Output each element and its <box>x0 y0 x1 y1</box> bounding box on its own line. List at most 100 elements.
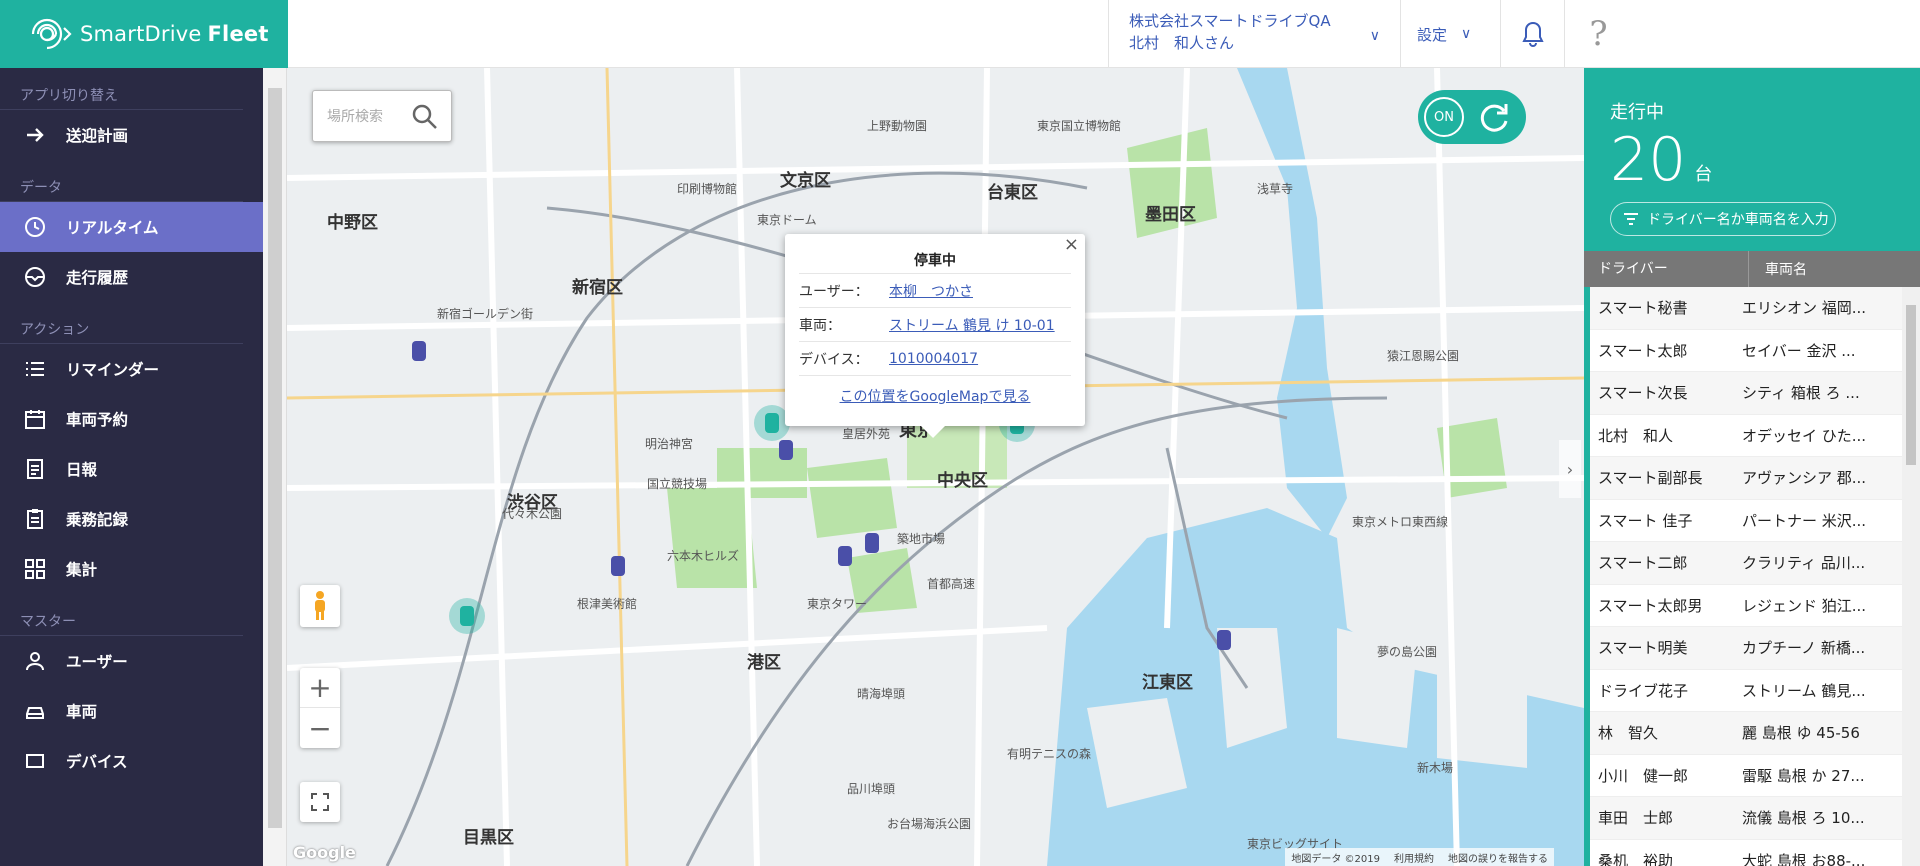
place-label: 晴海埠頭 <box>857 686 905 701</box>
sidebar-item-label: 送迎計画 <box>66 127 129 145</box>
sidebar-item-vehicles[interactable]: 車両 <box>0 686 263 736</box>
table-row[interactable]: スマート副部長 アヴァンシア 郡... <box>1590 457 1920 500</box>
map-canvas[interactable]: 中野区 文京区 台東区 墨田区 新宿区 渋谷区 中央区 港区 江東区 目黒区 東… <box>287 68 1584 866</box>
driver-cell: スマート秘書 <box>1598 299 1688 318</box>
user-link[interactable]: 本柳 つかさ <box>889 281 973 301</box>
device-link[interactable]: 1010004017 <box>889 351 978 367</box>
district-label: 台東区 <box>987 182 1038 203</box>
sidebar-item-history[interactable]: 走行履歴 <box>0 252 263 302</box>
place-label: 国立競技場 <box>647 476 707 491</box>
brand-logo[interactable]: SmartDrive Fleet <box>0 0 288 68</box>
place-label: 東京タワー <box>807 597 867 611</box>
table-row[interactable]: スマート太郎 セイバー 金沢 ... <box>1590 330 1920 372</box>
district-label: 中央区 <box>937 470 988 491</box>
fullscreen-button[interactable] <box>300 782 340 822</box>
account-menu[interactable]: 株式会社スマートドライブQA 北村 和人さん ∨ <box>1108 0 1400 68</box>
user-icon <box>22 648 48 674</box>
vehicle-cell: 大蛇 島根 お88-... <box>1742 851 1866 866</box>
list-icon <box>22 356 48 382</box>
running-status: 走行中 20 台 ドライバー名か車両名を入力 <box>1584 68 1920 251</box>
section-app-switch: アプリ切り替え <box>0 82 243 110</box>
street-view-pegman[interactable] <box>300 585 340 627</box>
table-row[interactable]: 小川 健一郎 雷駆 島根 か 27... <box>1590 755 1920 797</box>
popup-label: デバイス： <box>799 351 869 368</box>
district-label: 新宿区 <box>572 277 623 298</box>
table-row[interactable]: スマート二郎 クラリティ 品川... <box>1590 542 1920 585</box>
sidebar-item-duty-record[interactable]: 乗務記録 <box>0 494 263 544</box>
google-map-link[interactable]: この位置をGoogleMapで見る <box>799 386 1071 406</box>
table-row[interactable]: 車田 士郎 流儀 島根 ろ 10... <box>1590 797 1920 840</box>
sidebar-item-label: 日報 <box>66 461 98 479</box>
column-header-driver[interactable]: ドライバー <box>1584 251 1749 287</box>
table-row[interactable]: スマート次長 シティ 箱根 ろ ... <box>1590 372 1920 415</box>
filter-icon <box>1624 213 1638 225</box>
scroll-thumb[interactable] <box>1906 305 1916 465</box>
driver-cell: 林 智久 <box>1598 724 1659 743</box>
table-row[interactable]: ドライブ花子 ストリーム 鶴見... <box>1590 670 1920 712</box>
chevron-down-icon: ∨ <box>1461 26 1472 42</box>
notification-button[interactable] <box>1500 0 1564 68</box>
place-label: 首都高速 <box>927 576 975 591</box>
sidebar-item-devices[interactable]: デバイス <box>0 736 263 786</box>
refresh-icon[interactable] <box>1476 99 1512 135</box>
column-header-vehicle[interactable]: 車両名 <box>1749 259 1807 279</box>
sidebar-item-daily-report[interactable]: 日報 <box>0 444 263 494</box>
report-error-link[interactable]: 地図の誤りを報告する <box>1448 850 1548 865</box>
place-search-input[interactable]: 場所検索 <box>312 90 452 142</box>
google-logo: Google <box>293 843 356 862</box>
top-bar <box>288 0 1920 68</box>
toggle-on-label: ON <box>1424 97 1464 137</box>
company-name: 株式会社スマートドライブQA <box>1129 12 1331 30</box>
device-icon <box>22 748 48 774</box>
sidebar-item-transport-plan[interactable]: 送迎計画 <box>0 110 263 160</box>
settings-menu[interactable]: 設定 ∨ <box>1400 0 1500 68</box>
table-row[interactable]: 林 智久 麗 島根 ゆ 45-56 <box>1590 712 1920 755</box>
settings-label: 設定 <box>1417 25 1448 44</box>
zoom-in-button[interactable]: + <box>300 668 340 708</box>
place-label: 印刷博物館 <box>677 181 737 196</box>
section-data: データ <box>0 174 243 202</box>
sidebar-item-reminder[interactable]: リマインダー <box>0 344 263 394</box>
popup-label: ユーザー： <box>799 283 869 300</box>
count-unit: 台 <box>1694 164 1713 185</box>
sidebar-item-users[interactable]: ユーザー <box>0 636 263 686</box>
table-row[interactable]: スマート明美 カプチーノ 新橋... <box>1590 627 1920 670</box>
terms-link[interactable]: 利用規約 <box>1394 850 1434 865</box>
close-icon[interactable]: × <box>1064 234 1079 255</box>
vehicle-cell: カプチーノ 新橋... <box>1742 639 1866 658</box>
map[interactable]: 中野区 文京区 台東区 墨田区 新宿区 渋谷区 中央区 港区 江東区 目黒区 東… <box>263 68 1584 866</box>
scroll-thumb[interactable] <box>268 88 282 828</box>
zoom-out-button[interactable]: − <box>300 708 340 748</box>
panel-collapse-button[interactable]: › <box>1559 440 1581 498</box>
driver-vehicle-filter-input[interactable]: ドライバー名か車両名を入力 <box>1610 202 1836 236</box>
sidebar: アプリ切り替え 送迎計画 データ リアルタイム 走行履歴 アクション リマインダ… <box>0 68 263 866</box>
driver-cell: スマート次長 <box>1598 384 1688 403</box>
table-row[interactable]: スマート秘書 エリシオン 福岡... <box>1590 287 1920 330</box>
vehicle-cell: 麗 島根 ゆ 45-56 <box>1742 724 1860 743</box>
sidebar-item-label: 車両予約 <box>66 411 129 429</box>
sidebar-item-realtime[interactable]: リアルタイム <box>0 202 263 252</box>
table-row[interactable]: スマート 佳子 パートナー 米沢... <box>1590 500 1920 542</box>
vehicle-link[interactable]: ストリーム 鶴見 け 10-01 <box>889 315 1055 335</box>
calendar-icon <box>22 406 48 432</box>
table-row[interactable]: 桑机 裕助 大蛇 島根 お88-... <box>1590 840 1920 866</box>
vehicle-cell: クラリティ 品川... <box>1742 554 1866 573</box>
popup-row-device: デバイス： 1010004017 <box>799 342 1071 376</box>
zoom-control: + − <box>300 668 340 748</box>
user-name: 北村 和人さん <box>1129 34 1235 52</box>
steering-wheel-icon <box>22 264 48 290</box>
sidebar-scrollbar[interactable] <box>263 68 287 866</box>
realtime-toggle[interactable]: ON <box>1418 90 1526 144</box>
place-label: 六本木ヒルズ <box>667 548 739 563</box>
table-row[interactable]: スマート太郎男 レジェンド 狛江... <box>1590 585 1920 627</box>
driver-cell: スマート 佳子 <box>1598 511 1693 530</box>
table-row[interactable]: 北村 和人 オデッセイ ひた... <box>1590 415 1920 457</box>
brand-text: SmartDrive Fleet <box>80 22 269 46</box>
sidebar-item-reservation[interactable]: 車両予約 <box>0 394 263 444</box>
table-scrollbar[interactable] <box>1902 287 1920 866</box>
arrow-right-icon <box>22 122 48 148</box>
vehicle-table-body: スマート秘書 エリシオン 福岡... スマート太郎 セイバー 金沢 ... スマート… <box>1584 287 1920 866</box>
help-button[interactable]: ? <box>1564 0 1632 68</box>
sidebar-item-summary[interactable]: 集計 <box>0 544 263 594</box>
place-label: 代々木公園 <box>502 507 562 521</box>
